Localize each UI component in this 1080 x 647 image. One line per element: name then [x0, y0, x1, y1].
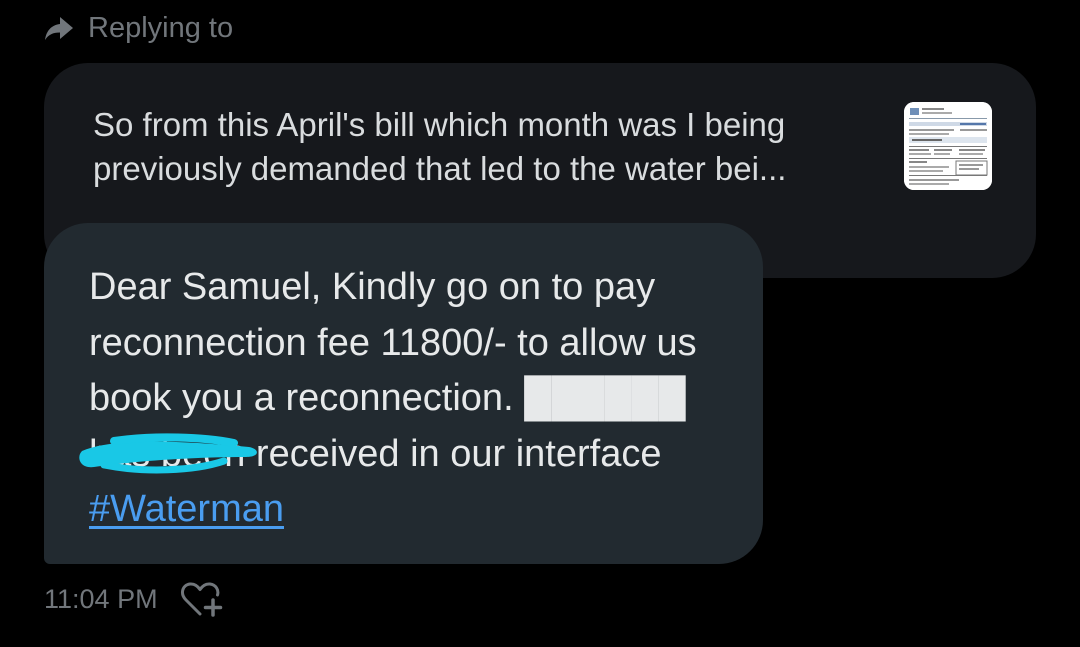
quoted-message-text: So from this April's bill which month wa… — [93, 106, 787, 187]
hashtag-link[interactable]: #Waterman — [89, 488, 284, 530]
message-bubble[interactable]: Dear Samuel, Kindly go on to pay reconne… — [44, 223, 763, 564]
add-reaction-heart-icon[interactable] — [180, 580, 224, 618]
reply-arrow-icon — [44, 16, 74, 42]
timestamp: 11:04 PM — [44, 583, 158, 614]
redaction-scribble — [74, 431, 264, 475]
dm-conversation: Replying to So from this April's bill wh… — [0, 0, 1080, 647]
bill-document-thumbnail[interactable] — [904, 102, 992, 190]
message-meta: 11:04 PM — [44, 580, 224, 618]
replying-to-label: Replying to — [88, 12, 234, 44]
message-text: Dear Samuel, Kindly go on to pay reconne… — [89, 260, 749, 538]
replying-to-header: Replying to — [44, 12, 233, 45]
